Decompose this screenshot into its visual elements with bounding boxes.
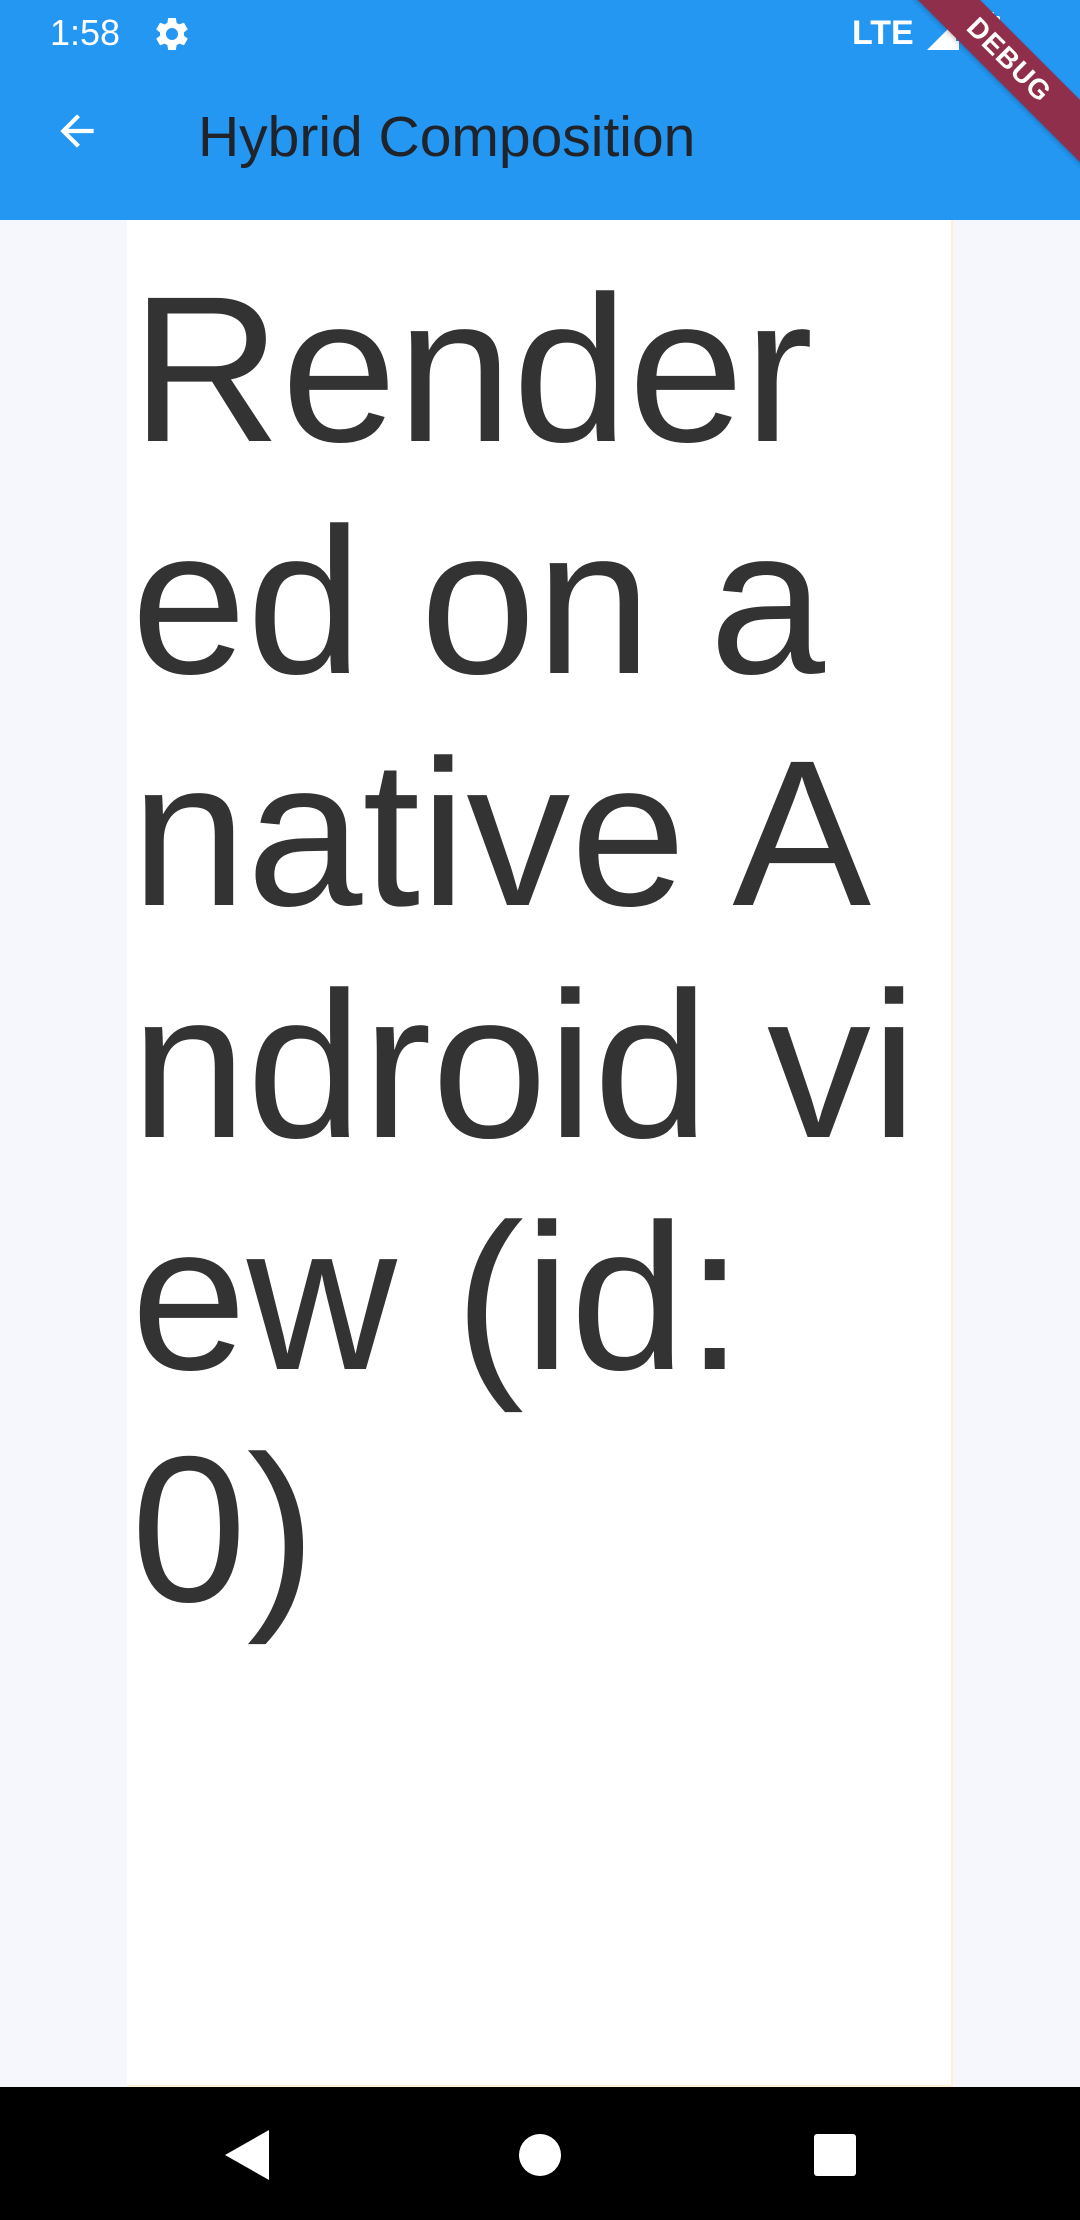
back-button[interactable] (42, 96, 112, 166)
toolbar: Hybrid Composition (0, 66, 1080, 220)
system-navigation-bar (0, 2087, 1080, 2220)
page-title: Hybrid Composition (198, 105, 696, 169)
android-screen: 1:58 LTE Hybrid Composition DEBUG Render… (0, 0, 1080, 2220)
status-bar: 1:58 LTE (0, 0, 1080, 66)
native-android-view: Rendered on a native Android view (id: 0… (127, 220, 953, 2087)
square-recent-icon[interactable] (814, 2134, 856, 2176)
network-type-label: LTE (852, 14, 914, 52)
triangle-back-icon[interactable] (220, 2127, 274, 2183)
gear-icon (156, 17, 188, 51)
status-time: 1:58 (50, 12, 121, 53)
arrow-left-icon (60, 114, 94, 148)
app-bar: 1:58 LTE Hybrid Composition DEBUG (0, 0, 1080, 220)
circle-home-icon[interactable] (519, 2134, 561, 2176)
native-view-text: Rendered on a native Android view (id: 0… (131, 254, 918, 1646)
